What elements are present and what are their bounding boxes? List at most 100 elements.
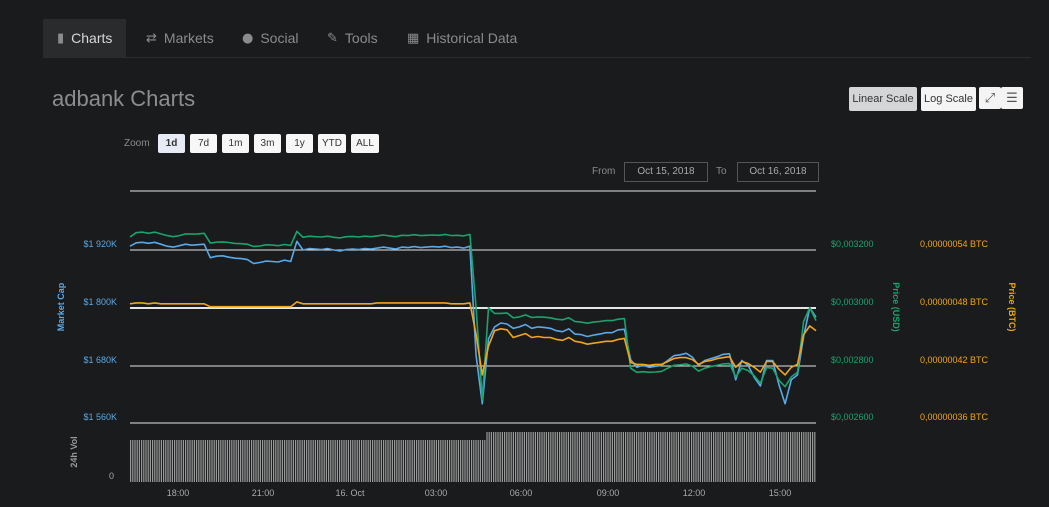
volume-bar	[136, 440, 138, 482]
volume-bar	[737, 432, 739, 482]
volume-bar	[515, 432, 517, 482]
volume-bar	[339, 440, 341, 482]
volume-bar	[343, 440, 345, 482]
volume-bar	[323, 440, 325, 482]
volume-bar	[680, 432, 682, 482]
market-cap-tick-label: $1 800K	[83, 297, 117, 307]
x-tick-label: 09:00	[597, 488, 620, 498]
volume-bar	[310, 440, 312, 482]
volume-bar	[708, 432, 710, 482]
volume-bar	[246, 440, 248, 482]
volume-bar	[429, 440, 431, 482]
volume-bar	[783, 432, 785, 482]
volume-bar	[688, 432, 690, 482]
volume-bar	[332, 440, 334, 482]
volume-bar	[706, 432, 708, 482]
volume-bar	[180, 440, 182, 482]
volume-bar	[559, 432, 561, 482]
volume-bar	[710, 432, 712, 482]
volume-bar	[158, 440, 160, 482]
volume-bar	[620, 432, 622, 482]
volume-bar	[147, 440, 149, 482]
price-usd-tick-label: $0,002800	[831, 355, 874, 365]
volume-bar	[497, 432, 499, 482]
series-lines	[129, 230, 817, 405]
volume-bar	[548, 432, 550, 482]
volume-bar	[207, 440, 209, 482]
volume-bar	[605, 432, 607, 482]
volume-bar	[178, 440, 180, 482]
volume-bar	[695, 432, 697, 482]
volume-bar	[350, 440, 352, 482]
volume-bar	[215, 440, 217, 482]
volume-bar	[675, 432, 677, 482]
volume-bar	[385, 440, 387, 482]
volume-bar	[468, 440, 470, 482]
volume-bar	[805, 432, 807, 482]
volume-bar	[352, 440, 354, 482]
volume-bar	[607, 432, 609, 482]
volume-bar	[341, 440, 343, 482]
volume-bar	[288, 440, 290, 482]
volume-bar	[306, 440, 308, 482]
volume-bar	[374, 440, 376, 482]
volume-bar	[145, 440, 147, 482]
volume-bar	[281, 440, 283, 482]
price-btc-tick-label: 0,00000042 BTC	[920, 355, 989, 365]
volume-bar	[508, 432, 510, 482]
volume-bar	[171, 440, 173, 482]
volume-bar	[235, 440, 237, 482]
volume-bar	[576, 432, 578, 482]
volume-bar	[380, 440, 382, 482]
volume-bar	[345, 440, 347, 482]
volume-bar	[303, 440, 305, 482]
x-tick-label: 03:00	[425, 488, 448, 498]
volume-tick-label: 0	[109, 471, 114, 481]
volume-bar	[517, 432, 519, 482]
volume-bar	[814, 432, 816, 482]
volume-bar	[191, 440, 193, 482]
volume-bar	[768, 432, 770, 482]
volume-bar	[664, 432, 666, 482]
volume-bar	[455, 440, 457, 482]
volume-bar	[763, 432, 765, 482]
volume-bar	[182, 440, 184, 482]
volume-bar	[266, 440, 268, 482]
volume-bar	[636, 432, 638, 482]
volume-bar	[616, 432, 618, 482]
volume-axis-title: 24h Vol	[69, 436, 79, 467]
volume-bar	[526, 432, 528, 482]
volume-bar	[715, 432, 717, 482]
volume-bar	[325, 440, 327, 482]
volume-bar	[642, 432, 644, 482]
volume-bar	[319, 440, 321, 482]
volume-bar	[702, 432, 704, 482]
volume-bar	[746, 432, 748, 482]
volume-bar	[519, 432, 521, 482]
volume-bar	[141, 440, 143, 482]
volume-bar	[130, 440, 132, 482]
volume-bar	[376, 440, 378, 482]
volume-bar	[585, 432, 587, 482]
volume-bar	[185, 440, 187, 482]
volume-bar	[231, 440, 233, 482]
volume-bar	[600, 432, 602, 482]
volume-bar	[717, 432, 719, 482]
volume-bar	[528, 432, 530, 482]
volume-bar	[574, 432, 576, 482]
volume-bar	[268, 440, 270, 482]
volume-bar	[416, 440, 418, 482]
volume-bar	[704, 432, 706, 482]
volume-bar	[596, 432, 598, 482]
volume-bar	[552, 432, 554, 482]
volume-bar	[479, 440, 481, 482]
volume-bar	[735, 432, 737, 482]
volume-bar	[713, 432, 715, 482]
volume-bar	[356, 440, 358, 482]
volume-bar	[578, 432, 580, 482]
market-cap-axis-title: Market Cap	[56, 282, 66, 331]
volume-bar	[534, 432, 536, 482]
volume-bar	[259, 440, 261, 482]
volume-bar	[618, 432, 620, 482]
volume-bar	[567, 432, 569, 482]
